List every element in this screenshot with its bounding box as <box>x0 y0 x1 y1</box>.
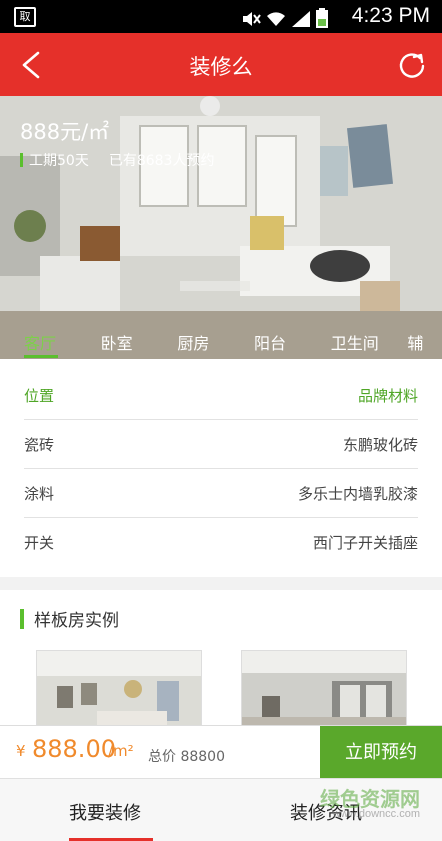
mute-icon <box>243 12 261 26</box>
header-brand-material: 品牌材料 <box>357 386 418 405</box>
signal-icon <box>292 11 310 27</box>
nav-renovate[interactable]: 我要装修 <box>69 799 141 825</box>
section-title: 样板房实例 <box>20 606 119 631</box>
row-position: 瓷砖 <box>24 435 55 454</box>
construction-duration: 工期50天 <box>29 153 89 169</box>
section-accent-bar <box>20 608 24 629</box>
room-hero-image: 888元/㎡ 工期50天 已有8683人预约 客厅 卧室 厨房 阳台 卫生间 辅 <box>0 96 442 359</box>
tab-bathroom[interactable]: 卫生间 <box>307 323 384 359</box>
section-title-text: 样板房实例 <box>34 611 119 631</box>
row-material: 东鹏玻化砖 <box>342 435 418 454</box>
sample-room-image <box>37 651 201 729</box>
materials-table: 位置 品牌材料 瓷砖 东鹏玻化砖 涂料 多乐士内墙乳胶漆 开关 西门子开关插座 <box>0 359 442 577</box>
watermark-text: 绿色资源网 <box>320 787 420 811</box>
tab-balcony[interactable]: 阳台 <box>230 323 307 359</box>
tab-more[interactable]: 辅 <box>383 323 442 359</box>
header-position: 位置 <box>24 386 55 405</box>
unit-price: 888元/㎡ <box>20 120 110 144</box>
info-accent-bar <box>20 153 23 167</box>
wifi-icon <box>267 12 285 26</box>
room-tabs: 客厅 卧室 厨房 阳台 卫生间 辅 <box>0 323 442 359</box>
book-now-button[interactable]: 立即预约 <box>320 726 442 779</box>
reservation-count: 已有8683人预约 <box>108 153 215 169</box>
tab-living-room[interactable]: 客厅 <box>0 323 77 359</box>
row-material: 多乐士内墙乳胶漆 <box>297 484 418 503</box>
order-unit: /m² <box>108 742 134 760</box>
tab-bedroom[interactable]: 卧室 <box>77 323 154 359</box>
battery-icon <box>316 8 328 28</box>
table-row: 瓷砖 东鹏玻化砖 <box>24 420 418 469</box>
sample-room-thumbnail[interactable] <box>36 650 202 730</box>
bottom-navigation: 我要装修 装修资讯 绿色资源网 www.downcc.com <box>0 778 442 841</box>
page-title: 装修么 <box>189 55 253 79</box>
watermark: 绿色资源网 www.downcc.com <box>320 789 420 820</box>
table-row: 开关 西门子开关插座 <box>24 518 418 567</box>
table-row: 涂料 多乐士内墙乳胶漆 <box>24 469 418 518</box>
row-material: 西门子开关插座 <box>312 534 418 552</box>
watermark-url: www.downcc.com <box>332 808 420 820</box>
row-position: 开关 <box>24 534 55 552</box>
status-bar: 取 4:23 PM <box>0 0 442 33</box>
app-notification-icon: 取 <box>14 7 36 27</box>
order-amount: 888.00 <box>32 735 116 763</box>
sample-room-thumbnail[interactable] <box>241 650 407 730</box>
row-position: 涂料 <box>24 484 55 503</box>
system-icons <box>241 6 328 28</box>
project-info: 工期50天 已有8683人预约 <box>20 150 214 170</box>
sample-rooms-section: 样板房实例 <box>0 590 442 730</box>
order-total: 总价 88800 <box>148 749 225 765</box>
tab-kitchen[interactable]: 厨房 <box>153 323 230 359</box>
refresh-icon[interactable] <box>396 49 428 81</box>
order-bar: ¥ 888.00 /m² 总价 88800 立即预约 <box>0 725 442 779</box>
app-header: 装修么 <box>0 33 442 96</box>
clock: 4:23 PM <box>351 4 430 27</box>
currency-symbol: ¥ <box>16 742 26 760</box>
table-header: 位置 品牌材料 <box>24 371 418 420</box>
sample-room-image <box>242 651 406 729</box>
